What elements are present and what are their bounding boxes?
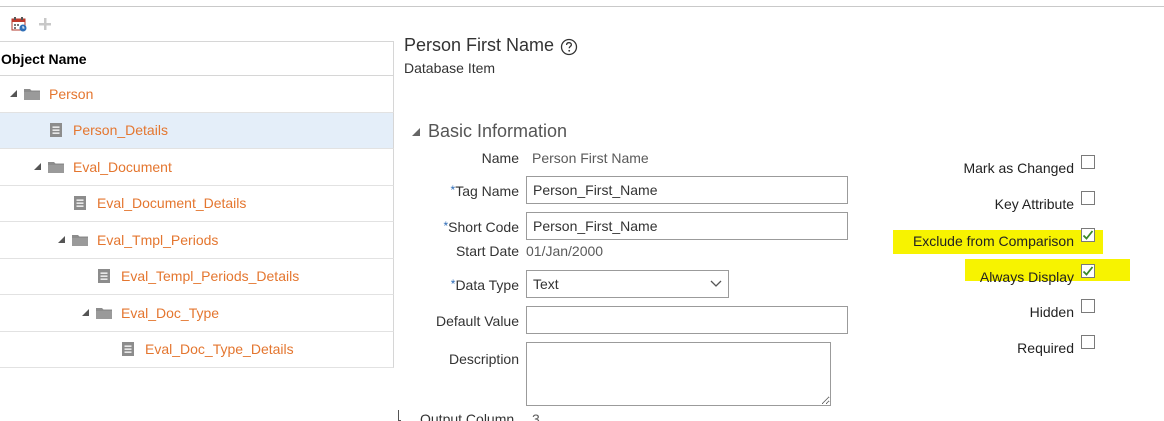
document-icon xyxy=(47,122,65,138)
checkmark-icon xyxy=(1082,230,1094,240)
tree-node-label[interactable]: Eval_Tmpl_Periods xyxy=(97,232,218,248)
attribute-checkbox[interactable] xyxy=(1081,155,1095,169)
plus-icon[interactable] xyxy=(36,15,54,33)
title-text: Person First Name xyxy=(404,35,555,55)
description-label: Description xyxy=(448,351,519,367)
checkbox-label: Required xyxy=(1017,340,1074,356)
output-column-value: 3 xyxy=(532,411,540,421)
tree-node-label[interactable]: Eval_Templ_Periods_Details xyxy=(121,268,299,284)
tree-node-label[interactable]: Person xyxy=(49,86,93,102)
chevron-down-icon xyxy=(710,280,722,287)
expand-triangle-icon[interactable] xyxy=(31,161,43,173)
folder-icon xyxy=(95,305,113,321)
checkbox-label: Hidden xyxy=(1029,304,1074,320)
name-label: Name xyxy=(481,150,519,166)
folder-icon xyxy=(47,159,65,175)
document-icon xyxy=(119,341,137,357)
tree-node-label[interactable]: Eval_Doc_Type_Details xyxy=(145,341,294,357)
object-name-header: Object Name xyxy=(1,51,87,67)
document-icon xyxy=(71,195,89,211)
question-circle-icon[interactable] xyxy=(560,38,578,56)
tree-node-label[interactable]: Eval_Doc_Type xyxy=(121,305,219,321)
checkbox-label: Key Attribute xyxy=(994,196,1074,212)
tree-node-label[interactable]: Person_Details xyxy=(73,122,168,138)
calendar-icon[interactable] xyxy=(10,15,28,33)
start-date-label: Start Date xyxy=(455,243,519,259)
output-column-label: Output Column xyxy=(420,411,515,421)
detail-panel: Person First Name Database Item Basic In… xyxy=(398,0,1164,421)
data-type-label: *Data Type xyxy=(450,277,519,293)
name-value: Person First Name xyxy=(532,150,649,166)
default-value-label: Default Value xyxy=(435,313,519,329)
folder-icon xyxy=(23,86,41,102)
attribute-checkbox[interactable] xyxy=(1081,264,1095,278)
checkbox-label: Exclude from Comparison xyxy=(912,233,1074,249)
collapse-marker xyxy=(398,410,401,421)
section-basic-information[interactable]: Basic Information xyxy=(410,121,567,142)
checkmark-icon xyxy=(1082,266,1094,276)
tree-toolbar xyxy=(10,14,54,34)
tree-row[interactable]: Person xyxy=(0,76,394,113)
expand-triangle-icon[interactable] xyxy=(7,88,19,100)
tree-node-label[interactable]: Eval_Document_Details xyxy=(97,195,246,211)
attribute-checkbox[interactable] xyxy=(1081,191,1095,205)
tag-name-label: *Tag Name xyxy=(450,183,519,199)
expand-triangle-icon[interactable] xyxy=(79,307,91,319)
page-subtitle: Database Item xyxy=(404,60,496,76)
data-type-value: Text xyxy=(533,276,559,292)
attribute-checkbox[interactable] xyxy=(1081,299,1095,313)
expand-triangle-icon[interactable] xyxy=(55,234,67,246)
tree-node-label[interactable]: Eval_Document xyxy=(73,159,172,175)
attribute-checkbox[interactable] xyxy=(1081,335,1095,349)
data-type-select[interactable]: Text xyxy=(526,270,729,298)
start-date-value: 01/Jan/2000 xyxy=(526,243,604,259)
tree-row[interactable]: Person_Details xyxy=(0,112,394,149)
document-icon xyxy=(95,268,113,284)
checkbox-label: Mark as Changed xyxy=(963,160,1074,176)
collapse-triangle-icon[interactable] xyxy=(410,126,422,138)
checkbox-label: Always Display xyxy=(979,269,1074,285)
section-title: Basic Information xyxy=(428,121,568,141)
attribute-checkbox[interactable] xyxy=(1081,228,1095,242)
folder-icon xyxy=(71,232,89,248)
short-code-label: *Short Code xyxy=(443,219,520,235)
tree-column-header[interactable]: Object Name xyxy=(0,41,394,76)
page-title: Person First Name xyxy=(404,35,578,56)
